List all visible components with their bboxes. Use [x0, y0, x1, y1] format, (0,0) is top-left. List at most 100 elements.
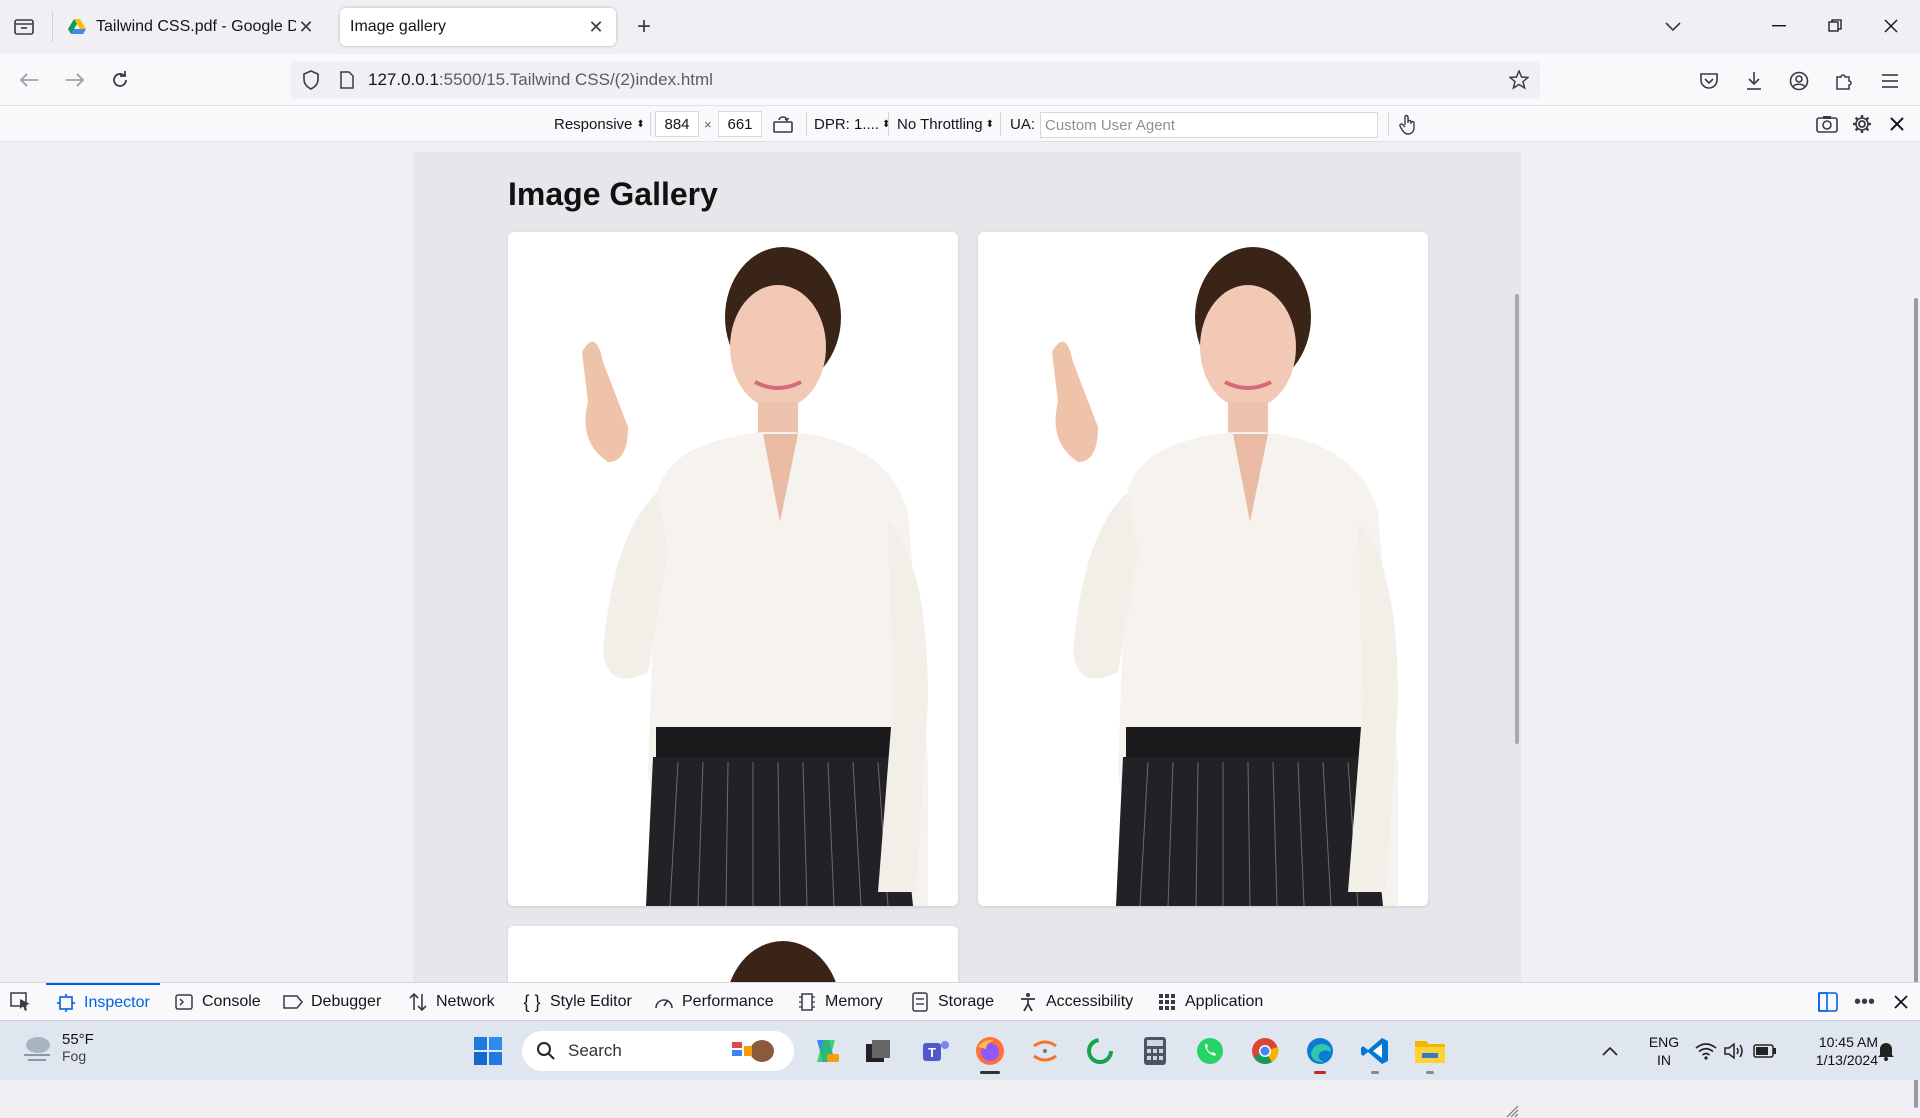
- sort-icon: ⬍: [636, 118, 645, 130]
- copilot-icon[interactable]: [808, 1033, 844, 1069]
- divider: [1388, 112, 1389, 136]
- teams-icon[interactable]: T: [918, 1033, 954, 1069]
- clock[interactable]: 10:45 AM 1/13/2024: [1790, 1033, 1878, 1069]
- tab-accessibility[interactable]: Accessibility: [1018, 983, 1133, 1021]
- tab-strip: Tailwind CSS.pdf - Google Drive ✕ Image …: [0, 0, 1920, 54]
- tab-application[interactable]: Application: [1157, 983, 1263, 1021]
- back-icon[interactable]: [14, 65, 44, 95]
- extensions-icon[interactable]: [1830, 67, 1858, 95]
- tab-inspector[interactable]: Inspector: [46, 983, 160, 1021]
- close-rdm-icon[interactable]: [1890, 112, 1904, 136]
- device-selector[interactable]: Responsive ⬍: [554, 112, 645, 136]
- close-window-icon[interactable]: [1868, 10, 1914, 42]
- running-indicator: [1426, 1071, 1434, 1074]
- ua-label: UA:: [1010, 115, 1036, 133]
- inspector-icon: [56, 993, 76, 1013]
- tab-label: Debugger: [311, 993, 382, 1010]
- region-label: IN: [1657, 1052, 1671, 1068]
- device-label: Responsive: [554, 115, 633, 133]
- battery-icon[interactable]: [1747, 1033, 1783, 1069]
- chevron-down-icon[interactable]: [1660, 14, 1686, 40]
- tab-title: Tailwind CSS.pdf - Google Drive: [96, 18, 296, 35]
- divider: [806, 112, 807, 136]
- forward-icon[interactable]: [60, 65, 90, 95]
- close-icon[interactable]: ✕: [296, 17, 316, 37]
- menu-icon[interactable]: [1876, 67, 1904, 95]
- downloads-icon[interactable]: [1740, 67, 1768, 95]
- dpr-label: DPR: 1....: [814, 115, 880, 133]
- navigation-toolbar: 127.0.0.1:5500/15.Tailwind CSS/(2)index.…: [0, 54, 1920, 106]
- close-devtools-icon[interactable]: [1894, 983, 1908, 1021]
- taskbar-search[interactable]: Search: [522, 1031, 794, 1071]
- refresh-app-icon[interactable]: [1082, 1033, 1118, 1069]
- language-indicator[interactable]: ENG IN: [1644, 1033, 1684, 1069]
- dock-side-icon[interactable]: [1818, 983, 1838, 1021]
- woman-photo: [978, 232, 1428, 906]
- fog-icon: [24, 1036, 50, 1061]
- chrome-icon[interactable]: [1247, 1033, 1283, 1069]
- element-picker-icon[interactable]: [10, 983, 32, 1021]
- new-tab-icon[interactable]: +: [630, 13, 658, 40]
- account-icon[interactable]: [1785, 67, 1813, 95]
- tab-console[interactable]: Console: [174, 983, 261, 1021]
- more-options-icon[interactable]: •••: [1854, 983, 1875, 1021]
- close-icon[interactable]: ✕: [586, 17, 606, 37]
- firefox-view-icon[interactable]: [10, 14, 38, 40]
- calculator-icon[interactable]: [1137, 1033, 1173, 1069]
- viewport-height-input[interactable]: 661: [718, 111, 762, 137]
- screenshot-icon[interactable]: [1816, 112, 1838, 136]
- touch-simulation-icon[interactable]: [1398, 112, 1418, 136]
- file-explorer-icon[interactable]: [1412, 1033, 1448, 1074]
- tab-image-gallery[interactable]: Image gallery ✕: [340, 8, 616, 46]
- task-view-icon[interactable]: [860, 1033, 896, 1069]
- divider: [1000, 112, 1001, 136]
- windows-start-icon[interactable]: [470, 1033, 506, 1069]
- rotate-viewport-icon[interactable]: [772, 112, 794, 136]
- minimize-icon[interactable]: [1756, 10, 1802, 42]
- settings-gear-icon[interactable]: [1852, 112, 1872, 136]
- edge-icon[interactable]: [1302, 1033, 1338, 1074]
- viewport-width-input[interactable]: 884: [655, 111, 699, 137]
- weather-widget[interactable]: 55°F Fog: [20, 1031, 94, 1064]
- responsive-design-toolbar: Responsive ⬍ 884 × 661 DPR: 1.... ⬍ No Thr…: [0, 106, 1920, 142]
- accessibility-icon: [1018, 992, 1038, 1012]
- tab-google-drive[interactable]: Tailwind CSS.pdf - Google Drive ✕: [58, 8, 326, 46]
- whatsapp-icon[interactable]: [1192, 1033, 1228, 1069]
- url-text[interactable]: 127.0.0.1:5500/15.Tailwind CSS/(2)index.…: [368, 70, 713, 90]
- reload-icon[interactable]: [105, 65, 135, 95]
- tab-label: Style Editor: [550, 993, 632, 1010]
- gallery-image-2[interactable]: [978, 232, 1428, 906]
- resize-handle-icon[interactable]: [1505, 1104, 1519, 1118]
- tab-storage[interactable]: Storage: [910, 983, 994, 1021]
- tab-performance[interactable]: Performance: [654, 983, 774, 1021]
- gallery-image-1[interactable]: [508, 232, 958, 906]
- user-agent-input[interactable]: Custom User Agent: [1040, 112, 1378, 138]
- throttling-selector[interactable]: No Throttling ⬍: [897, 112, 994, 136]
- page-info-icon[interactable]: [336, 71, 358, 89]
- woman-photo: [508, 926, 958, 982]
- viewport-scrollbar[interactable]: [1515, 294, 1519, 744]
- tab-label: Console: [202, 993, 261, 1010]
- tab-label: Application: [1185, 993, 1264, 1010]
- gallery-image-3[interactable]: [508, 926, 958, 982]
- notification-bell-icon[interactable]: [1868, 1033, 1904, 1069]
- search-highlight-icon: [732, 1040, 774, 1062]
- tab-debugger[interactable]: Debugger: [283, 983, 381, 1021]
- restore-icon[interactable]: [1812, 10, 1858, 42]
- tab-network[interactable]: Network: [408, 983, 495, 1021]
- dpr-selector[interactable]: DPR: 1.... ⬍: [814, 112, 890, 136]
- tab-style-editor[interactable]: { } Style Editor: [522, 983, 632, 1021]
- firefox-icon[interactable]: [972, 1033, 1008, 1074]
- jupyter-icon[interactable]: [1027, 1033, 1063, 1069]
- running-indicator: [1371, 1071, 1379, 1074]
- bookmark-star-icon[interactable]: [1508, 69, 1530, 91]
- tab-title: Image gallery: [350, 18, 447, 35]
- pocket-icon[interactable]: [1695, 67, 1723, 95]
- sort-icon: ⬍: [882, 118, 891, 130]
- vscode-icon[interactable]: [1357, 1033, 1393, 1074]
- address-bar[interactable]: 127.0.0.1:5500/15.Tailwind CSS/(2)index.…: [290, 61, 1540, 99]
- chevron-up-icon[interactable]: [1592, 1033, 1628, 1069]
- tab-memory[interactable]: Memory: [797, 983, 883, 1021]
- tracking-protection-icon[interactable]: [298, 70, 324, 90]
- storage-icon: [910, 992, 930, 1012]
